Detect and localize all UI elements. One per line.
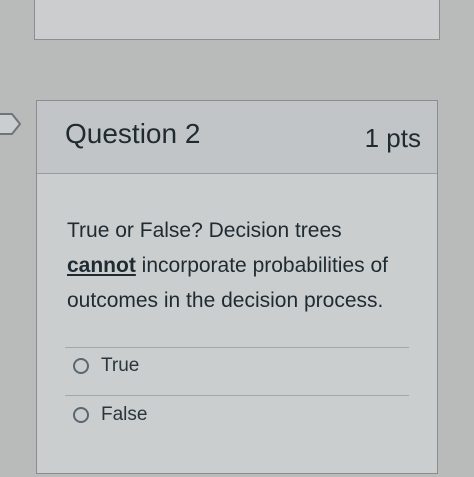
answer-divider bbox=[65, 395, 409, 396]
radio-button-icon[interactable] bbox=[73, 358, 89, 374]
answer-label: True bbox=[101, 355, 140, 376]
question-text-intro: True or False? Decision trees bbox=[67, 219, 342, 242]
radio-button-icon[interactable] bbox=[73, 407, 89, 423]
answer-option-false[interactable]: False bbox=[73, 404, 147, 426]
answer-label: False bbox=[101, 404, 148, 425]
question-text: True or False? Decision trees cannot inc… bbox=[67, 213, 417, 318]
question-card: Question 2 1 pts True or False? Decision… bbox=[36, 100, 438, 474]
question-text-emphasis: cannot bbox=[67, 254, 136, 277]
question-title: Question 2 bbox=[65, 118, 201, 149]
previous-question-card bbox=[34, 0, 440, 40]
bookmark-flag-icon[interactable] bbox=[0, 112, 22, 136]
answer-divider bbox=[65, 347, 409, 348]
answer-option-true[interactable]: True bbox=[73, 355, 139, 377]
question-points: 1 pts bbox=[364, 123, 421, 153]
question-header: Question 2 1 pts bbox=[37, 101, 437, 174]
